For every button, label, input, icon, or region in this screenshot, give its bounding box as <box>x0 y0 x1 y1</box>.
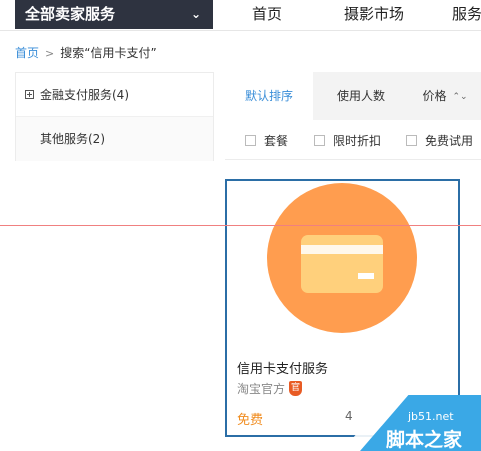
nav-services[interactable]: 服务 <box>452 0 481 29</box>
filter-limited-discount[interactable]: 限时折扣 <box>314 132 381 149</box>
seller-name: 淘宝官方 <box>237 382 286 396</box>
watermark-url: jb51.net <box>408 410 454 423</box>
breadcrumb: 首页 > 搜索“信用卡支付” <box>15 44 157 61</box>
filter-label: 套餐 <box>264 134 289 148</box>
sort-tab-price[interactable]: 价格 ⌃⌄ <box>409 72 481 120</box>
nav-divider <box>0 30 481 31</box>
product-user-count: 4 <box>345 409 353 423</box>
sort-arrows-icon: ⌃⌄ <box>452 91 468 102</box>
all-services-category-button[interactable]: 全部卖家服务 ⌄ <box>15 0 213 29</box>
checkbox[interactable] <box>406 135 417 146</box>
sidebar-item-other-services[interactable]: 其他服务(2) <box>16 117 213 161</box>
sort-tab-default[interactable]: 默认排序 <box>225 72 313 120</box>
chevron-down-icon: ⌄ <box>190 7 201 21</box>
filter-package[interactable]: 套餐 <box>245 132 288 149</box>
product-price: 免费 <box>237 413 264 428</box>
nav-home[interactable]: 首页 <box>252 0 282 29</box>
nav-photography-market[interactable]: 摄影市场 <box>344 0 404 29</box>
sidebar-item-label: 金融支付服务(4) <box>40 88 129 102</box>
top-navigation: 全部卖家服务 ⌄ 首页 摄影市场 服务 <box>0 0 481 30</box>
filter-label: 免费试用 <box>425 134 474 148</box>
credit-card-icon <box>301 235 383 293</box>
filter-label: 限时折扣 <box>333 134 382 148</box>
product-title[interactable]: 信用卡支付服务 <box>237 358 328 377</box>
sort-tab-price-label: 价格 <box>422 89 447 103</box>
category-sidebar: 金融支付服务(4) 其他服务(2) <box>15 72 214 161</box>
guide-line <box>0 225 481 226</box>
checkbox[interactable] <box>314 135 325 146</box>
official-badge-icon: 官 <box>289 381 303 396</box>
product-image <box>267 183 417 333</box>
breadcrumb-home-link[interactable]: 首页 <box>15 46 39 60</box>
sidebar-item-label: 其他服务(2) <box>40 132 105 146</box>
breadcrumb-search-label: 搜索“信用卡支付” <box>60 46 157 60</box>
checkbox[interactable] <box>245 135 256 146</box>
sort-bar: 默认排序 使用人数 价格 ⌃⌄ <box>225 72 481 120</box>
expand-plus-icon[interactable] <box>25 90 34 99</box>
sidebar-item-financial-payment[interactable]: 金融支付服务(4) <box>16 73 213 117</box>
watermark-text: 脚本之家 <box>386 429 463 451</box>
category-button-label: 全部卖家服务 <box>25 5 116 23</box>
filter-bar: 套餐 限时折扣 免费试用 <box>225 120 481 160</box>
sort-tab-users[interactable]: 使用人数 <box>313 72 409 120</box>
chevron-right-icon: > <box>45 47 55 60</box>
filter-free-trial[interactable]: 免费试用 <box>406 132 473 149</box>
product-seller: 淘宝官方官 <box>237 380 303 397</box>
